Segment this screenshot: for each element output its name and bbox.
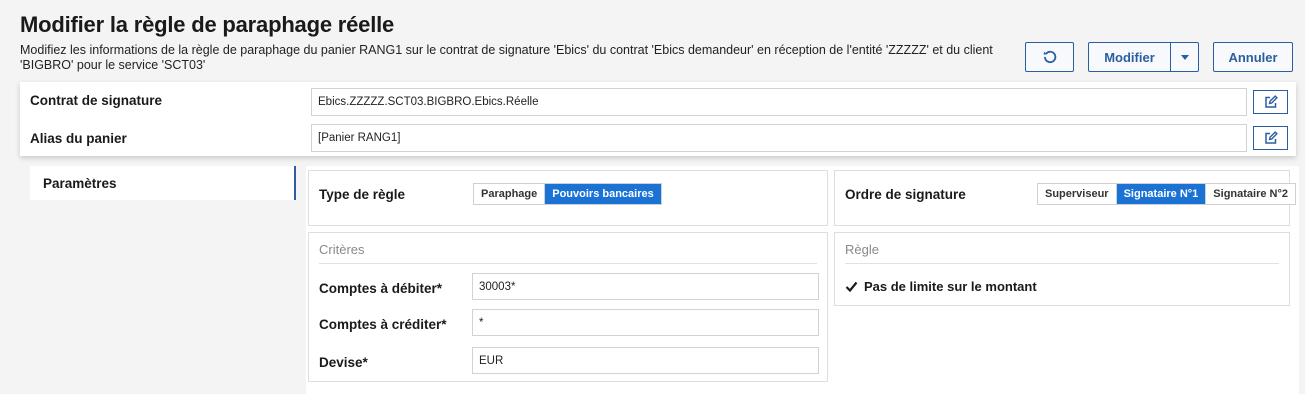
signature-order-panel: Ordre de signature Superviseur Signatair… — [834, 170, 1296, 226]
page-title: Modifier la règle de paraphage réelle — [20, 12, 395, 37]
modify-dropdown-button[interactable] — [1170, 42, 1199, 72]
header-card: Contrat de signature Ebics.ZZZZZ.SCT03.B… — [20, 82, 1296, 156]
rule-type-option-paraphage[interactable]: Paraphage — [474, 184, 545, 204]
no-limit-label: Pas de limite sur le montant — [864, 279, 1037, 294]
signature-order-selector: Superviseur Signataire N°1 Signataire N°… — [1037, 183, 1296, 205]
no-limit-checkbox-row[interactable]: Pas de limite sur le montant — [845, 279, 1037, 294]
signature-order-option-superviseur[interactable]: Superviseur — [1038, 184, 1116, 204]
rule-type-selector: Paraphage Pouvoirs bancaires — [473, 183, 662, 205]
criteria-panel: Critères Comptes à débiter* 30003* Compt… — [308, 232, 828, 382]
reset-button[interactable] — [1025, 42, 1074, 72]
page-description: Modifiez les informations de la règle de… — [20, 43, 993, 72]
criteria-title: Critères — [319, 242, 365, 257]
sidebar-item-parametres[interactable]: Paramètres — [30, 166, 296, 200]
contract-label: Contrat de signature — [30, 93, 163, 108]
sidebar-item-label: Paramètres — [43, 175, 117, 191]
credit-accounts-input[interactable]: * — [472, 309, 819, 336]
caret-down-icon — [1180, 54, 1189, 60]
currency-input[interactable]: EUR — [472, 347, 819, 374]
divider — [319, 263, 817, 264]
debit-accounts-input[interactable]: 30003* — [472, 273, 819, 300]
alias-label: Alias du panier — [30, 131, 127, 146]
edit-icon — [1264, 131, 1278, 145]
alias-field: [Panier RANG1] — [311, 124, 1247, 152]
signature-order-option-signataire-2[interactable]: Signataire N°2 — [1205, 184, 1295, 204]
cancel-button[interactable]: Annuler — [1213, 42, 1293, 72]
edit-contract-button[interactable] — [1253, 90, 1288, 114]
signature-order-label: Ordre de signature — [845, 187, 966, 202]
rule-title: Règle — [845, 242, 879, 257]
modify-button[interactable]: Modifier — [1088, 42, 1171, 72]
rule-type-label: Type de règle — [319, 187, 406, 202]
rule-panel: Règle Pas de limite sur le montant — [834, 232, 1290, 306]
divider — [845, 263, 1279, 264]
refresh-icon — [1042, 49, 1058, 65]
edit-alias-button[interactable] — [1253, 126, 1288, 150]
rule-type-panel: Type de règle Paraphage Pouvoirs bancair… — [308, 170, 828, 226]
edit-icon — [1264, 95, 1278, 109]
signature-order-option-signataire-1[interactable]: Signataire N°1 — [1115, 184, 1206, 204]
contract-field: Ebics.ZZZZZ.SCT03.BIGBRO.Ebics.Réelle — [311, 88, 1247, 116]
currency-label: Devise* — [319, 355, 368, 370]
debit-accounts-label: Comptes à débiter* — [319, 281, 443, 296]
credit-accounts-label: Comptes à créditer* — [319, 317, 447, 332]
checkbox-checked-icon[interactable] — [845, 280, 858, 293]
rule-type-option-pouvoirs-bancaires[interactable]: Pouvoirs bancaires — [544, 184, 661, 204]
